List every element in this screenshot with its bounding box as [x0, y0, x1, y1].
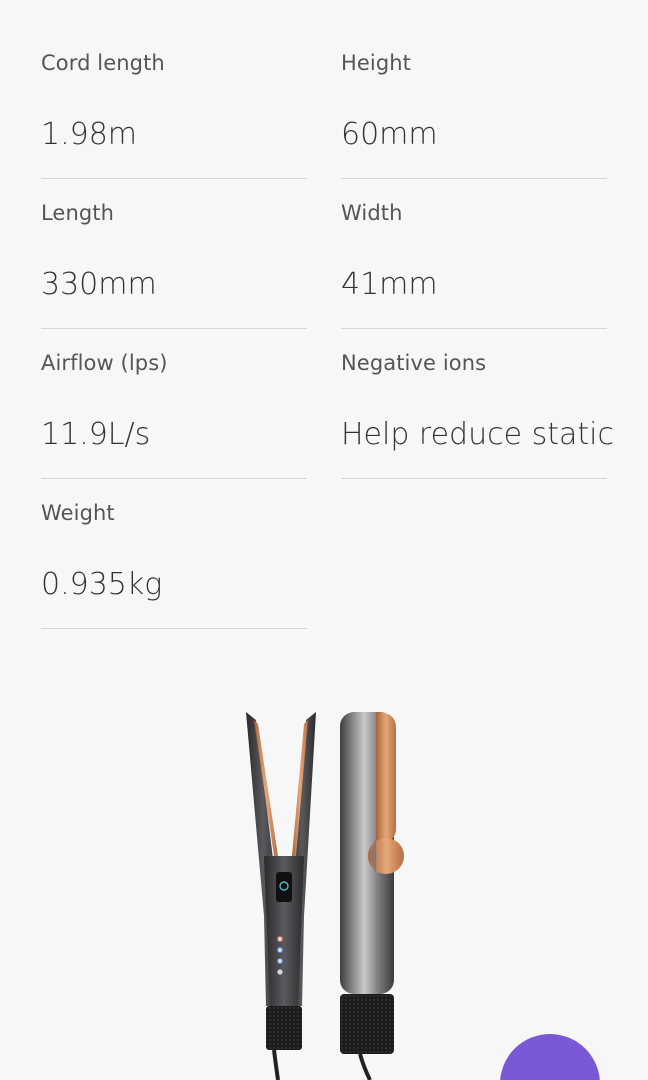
spec-value: 330mm	[41, 267, 157, 302]
spec-value: 0.935kg	[41, 567, 163, 602]
straightener-side-view	[340, 712, 404, 1080]
spec-weight: Weight 0.935kg	[41, 479, 307, 629]
spec-value: Help reduce static	[341, 417, 614, 452]
hair-straightener-image	[246, 712, 404, 1080]
chat-bubble-icon[interactable]	[500, 1034, 600, 1080]
spec-label: Airflow (lps)	[41, 351, 168, 375]
spec-value: 60mm	[341, 117, 438, 152]
spec-label: Negative ions	[341, 351, 487, 375]
spec-width: Width 41mm	[341, 179, 607, 329]
spec-empty-cell	[341, 479, 607, 629]
spec-label: Height	[341, 51, 412, 75]
spec-length: Length 330mm	[41, 179, 307, 329]
spec-grid: Cord length 1.98m Height 60mm Length 330…	[41, 29, 614, 629]
straightener-front-view	[246, 712, 316, 1080]
spec-negative-ions: Negative ions Help reduce static	[341, 329, 614, 479]
spec-value: 11.9L/s	[41, 417, 151, 452]
spec-label: Weight	[41, 501, 115, 525]
spec-label: Width	[341, 201, 403, 225]
spec-label: Cord length	[41, 51, 165, 75]
spec-height: Height 60mm	[341, 29, 607, 179]
spec-cord-length: Cord length 1.98m	[41, 29, 307, 179]
product-specs-page: Cord length 1.98m Height 60mm Length 330…	[0, 0, 648, 1080]
spec-airflow: Airflow (lps) 11.9L/s	[41, 329, 307, 479]
spec-value: 1.98m	[41, 117, 138, 152]
spec-value: 41mm	[341, 267, 438, 302]
spec-label: Length	[41, 201, 115, 225]
